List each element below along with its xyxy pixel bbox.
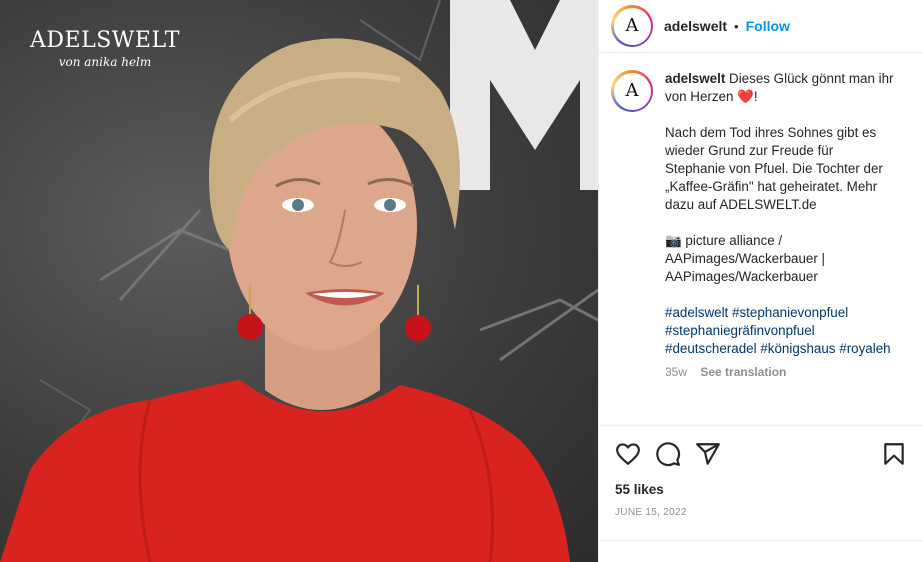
photo-credit-line: AAPimages/Wackerbauer | [665,251,826,266]
caption-avatar[interactable]: A [611,70,653,112]
hashtag-link[interactable]: #königshaus [760,341,835,356]
post-age: 35w [665,365,688,379]
caption-body-line: Stephanie von Pfuel. Die Tochter der [665,161,883,176]
photo-credit-line: 📷 picture alliance / [665,233,783,248]
hashtag-link[interactable]: #adelswelt [665,305,728,320]
heart-emoji: ❤️ [737,89,754,104]
separator-dot: • [734,18,739,34]
caption-body-line: „Kaffee-Gräfin" hat geheiratet. Mehr [665,179,878,194]
comment-icon[interactable] [655,441,681,467]
heart-outline-icon[interactable] [615,441,641,467]
caption-line1: Dieses Glück gönnt man ihr [729,71,894,86]
avatar[interactable]: A [611,5,653,47]
post-photo[interactable]: ADELSWELT von anika helm [0,0,598,562]
caption-meta: 35w See translation [665,363,913,381]
caption-line2: von Herzen [665,89,738,104]
hashtag-link[interactable]: #stephaniegräfinvonpfuel [665,323,815,338]
header-username[interactable]: adelswelt [664,18,727,34]
post-side-panel: A adelswelt • Follow A adelswelt Dieses … [598,0,923,562]
brand-name: ADELSWELT [30,28,180,53]
bookmark-icon[interactable] [881,441,907,467]
photo-credit-line: AAPimages/Wackerbauer [665,269,818,284]
brand-watermark: ADELSWELT von anika helm [30,28,180,69]
caption-body-line: dazu auf ADELSWELT.de [665,197,817,212]
caption-text: adelswelt Dieses Glück gönnt man ihr von… [665,70,913,381]
post-date[interactable]: JUNE 15, 2022 [615,507,687,518]
action-bar [599,425,923,479]
see-translation-button[interactable]: See translation [700,365,786,379]
likes-count[interactable]: 55 likes [615,482,664,497]
post-header: A adelswelt • Follow [599,0,923,53]
avatar-logo: A [625,80,639,101]
hashtag-link[interactable]: #stephanievonpfuel [732,305,848,320]
portrait-illustration [0,0,598,562]
paper-plane-icon[interactable] [695,441,721,467]
hashtag-link[interactable]: #royaleh [839,341,890,356]
caption-body-line: Nach dem Tod ihres Sohnes gibt es [665,125,877,140]
follow-button[interactable]: Follow [746,18,790,34]
caption: A adelswelt Dieses Glück gönnt man ihr v… [611,70,913,425]
caption-username[interactable]: adelswelt [665,71,725,86]
avatar-logo: A [625,15,639,36]
caption-body-line: wieder Grund zur Freude für [665,143,834,158]
divider [599,540,923,541]
hashtag-link[interactable]: #deutscheradel [665,341,757,356]
brand-subtitle: von anika helm [58,55,152,69]
